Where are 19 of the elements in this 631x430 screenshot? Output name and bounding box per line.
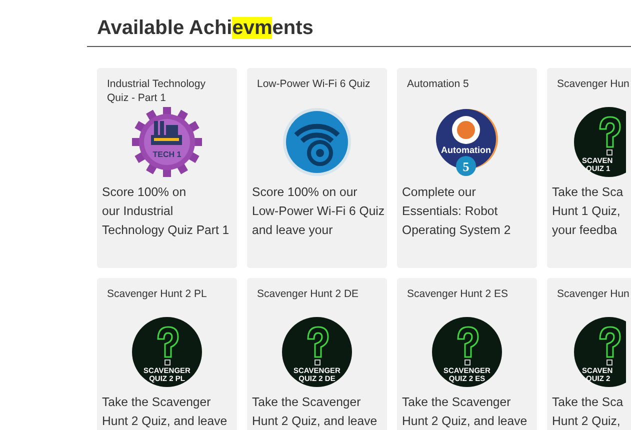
achievement-description: Score 100% on our Low-Power Wi-Fi 6 Quiz and leave your [252,184,382,239]
achievement-description: Take the Scavenger Hunt 2 Quiz, and leave [102,394,228,430]
page-heading: Available Achievments [97,16,314,41]
achievement-title: Scavenger Hunt 2 DE [256,287,360,302]
achievement-description: Complete our Essentials: Robot Operating System 2 [402,184,512,239]
wifi-badge [282,107,352,177]
achievement-description: Take the Sca Hunt 2 Quiz, [552,394,624,430]
achievement-description: Take the Scavenger Hunt 2 Quiz, and leave [252,394,378,430]
achievement-description: Score 100% on our Industrial Technology Quiz Part 1 [102,184,230,239]
achievement-card[interactable]: Automation 5 Automation 5 Complete our Essentials: Robot Operating System 2 [397,68,537,268]
achievement-description: Take the Sca Hunt 1 Quiz, your feedba [552,184,624,239]
achievement-title: Automation 5 [406,77,470,92]
achievement-title: Scavenger Hunt 2 ES [406,287,509,302]
achievement-card[interactable]: Industrial Technology Quiz - Part 1 TECH 1 Score 100% on our Industrial Technology Quiz Part 1 [97,68,237,268]
achievement-title: Low-Power Wi-Fi 6 Quiz [256,77,372,92]
achievement-title: Scavenger Hunt 2 PL [106,287,208,302]
achievement-description: Take the Scavenger Hunt 2 Quiz, and leave [402,394,528,430]
achievement-title: Industrial Technology Quiz - Part 1 [106,77,206,105]
achievement-card[interactable]: Low-Power Wi-Fi 6 Quiz Score 100% on our Low-Power Wi-Fi 6 Quiz and leave your [247,68,387,268]
